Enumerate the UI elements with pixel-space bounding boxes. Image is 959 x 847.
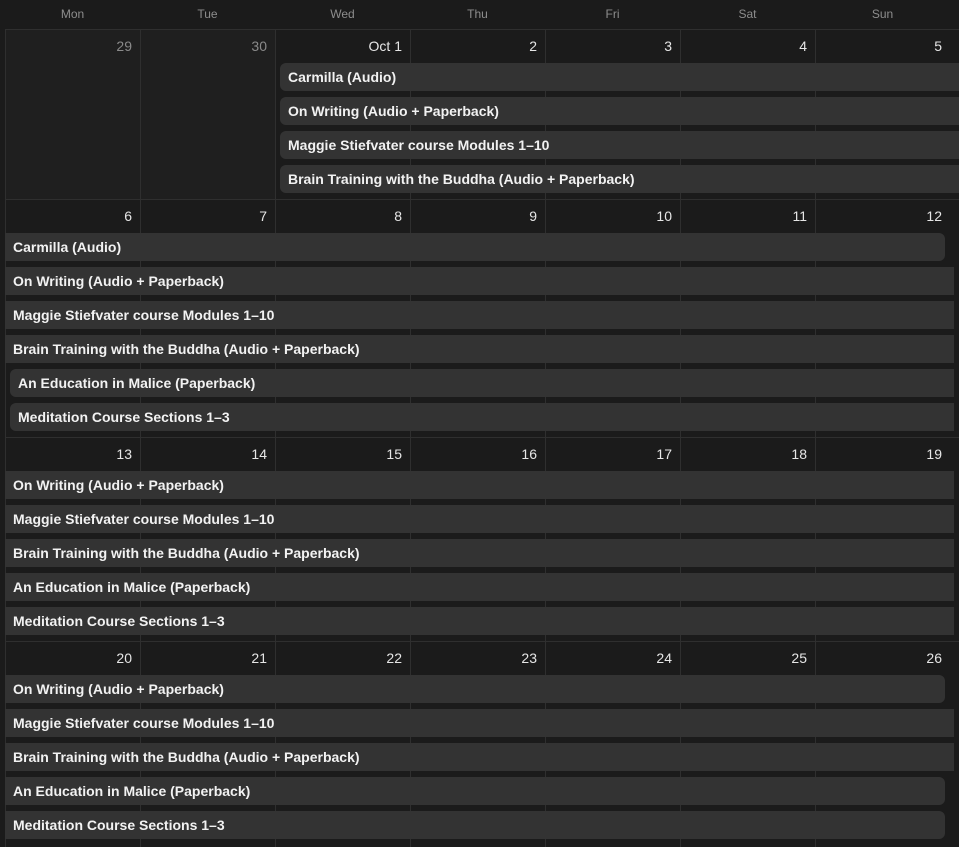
event-bar[interactable]: Carmilla (Audio) (280, 63, 959, 91)
event-bar[interactable]: Carmilla (Audio) (5, 233, 945, 261)
weekday-header-sun: Sun (871, 7, 894, 21)
calendar-month-view: Mon Tue Wed Thu Fri Sat Sun 29 30 Oct 1 … (0, 0, 959, 847)
week-row-4: 20 21 22 23 24 25 26 On Writing (Audio +… (5, 641, 959, 847)
day-number: 14 (251, 446, 267, 462)
event-bar[interactable]: Meditation Course Sections 1–3 (10, 403, 954, 431)
week-row-1: 29 30 Oct 1 2 3 4 5 Carmilla (Audio) On … (5, 29, 959, 200)
day-number: 6 (124, 208, 132, 224)
day-number: 8 (394, 208, 402, 224)
event-bar[interactable]: Brain Training with the Buddha (Audio + … (5, 335, 954, 363)
event-bar[interactable]: On Writing (Audio + Paperback) (5, 675, 945, 703)
day-number: 30 (251, 38, 267, 54)
day-number: 17 (656, 446, 672, 462)
day-number: 2 (529, 38, 537, 54)
day-number: 22 (386, 650, 402, 666)
day-number: 18 (791, 446, 807, 462)
day-number: 24 (656, 650, 672, 666)
weekday-header-fri: Fri (605, 7, 620, 21)
day-number: 26 (926, 650, 942, 666)
event-bar[interactable]: Maggie Stiefvater course Modules 1–10 (280, 131, 959, 159)
weekday-header-thu: Thu (467, 7, 488, 21)
day-number: 4 (799, 38, 807, 54)
event-bar[interactable]: Brain Training with the Buddha (Audio + … (5, 743, 954, 771)
day-cell[interactable]: 30 (140, 30, 275, 200)
event-bar[interactable]: Brain Training with the Buddha (Audio + … (5, 539, 954, 567)
event-bar[interactable]: Maggie Stiefvater course Modules 1–10 (5, 505, 954, 533)
weekday-header-wed: Wed (330, 7, 355, 21)
day-cell[interactable]: 29 (5, 30, 140, 200)
day-number: 15 (386, 446, 402, 462)
event-bar[interactable]: On Writing (Audio + Paperback) (5, 267, 954, 295)
day-number: 13 (116, 446, 132, 462)
day-number: 21 (251, 650, 267, 666)
day-number: 20 (116, 650, 132, 666)
weekday-header-sat: Sat (738, 7, 757, 21)
day-number: 23 (521, 650, 537, 666)
day-number: 10 (656, 208, 672, 224)
event-bar[interactable]: Meditation Course Sections 1–3 (5, 607, 954, 635)
day-number: 16 (521, 446, 537, 462)
day-number: 12 (926, 208, 942, 224)
event-bar[interactable]: An Education in Malice (Paperback) (10, 369, 954, 397)
day-number: 7 (259, 208, 267, 224)
day-number: 11 (792, 208, 807, 224)
day-number: 5 (934, 38, 942, 54)
event-bar[interactable]: An Education in Malice (Paperback) (5, 777, 945, 805)
event-bar[interactable]: On Writing (Audio + Paperback) (5, 471, 954, 499)
event-bar[interactable]: On Writing (Audio + Paperback) (280, 97, 959, 125)
event-bar[interactable]: Maggie Stiefvater course Modules 1–10 (5, 709, 954, 737)
day-number: 19 (926, 446, 942, 462)
day-number: Oct 1 (368, 38, 402, 54)
event-bar[interactable]: Meditation Course Sections 1–3 (5, 811, 945, 839)
week-row-2: 6 7 8 9 10 11 12 Carmilla (Audio) On Wri… (5, 199, 959, 438)
event-bar[interactable]: Brain Training with the Buddha (Audio + … (280, 165, 959, 193)
weekday-header-mon: Mon (60, 7, 85, 21)
day-number: 29 (116, 38, 132, 54)
event-bar[interactable]: Maggie Stiefvater course Modules 1–10 (5, 301, 954, 329)
day-number: 9 (529, 208, 537, 224)
weekday-header-tue: Tue (197, 7, 218, 21)
day-number: 3 (664, 38, 672, 54)
day-number: 25 (791, 650, 807, 666)
event-bar[interactable]: An Education in Malice (Paperback) (5, 573, 954, 601)
week-row-3: 13 14 15 16 17 18 19 On Writing (Audio +… (5, 437, 959, 642)
